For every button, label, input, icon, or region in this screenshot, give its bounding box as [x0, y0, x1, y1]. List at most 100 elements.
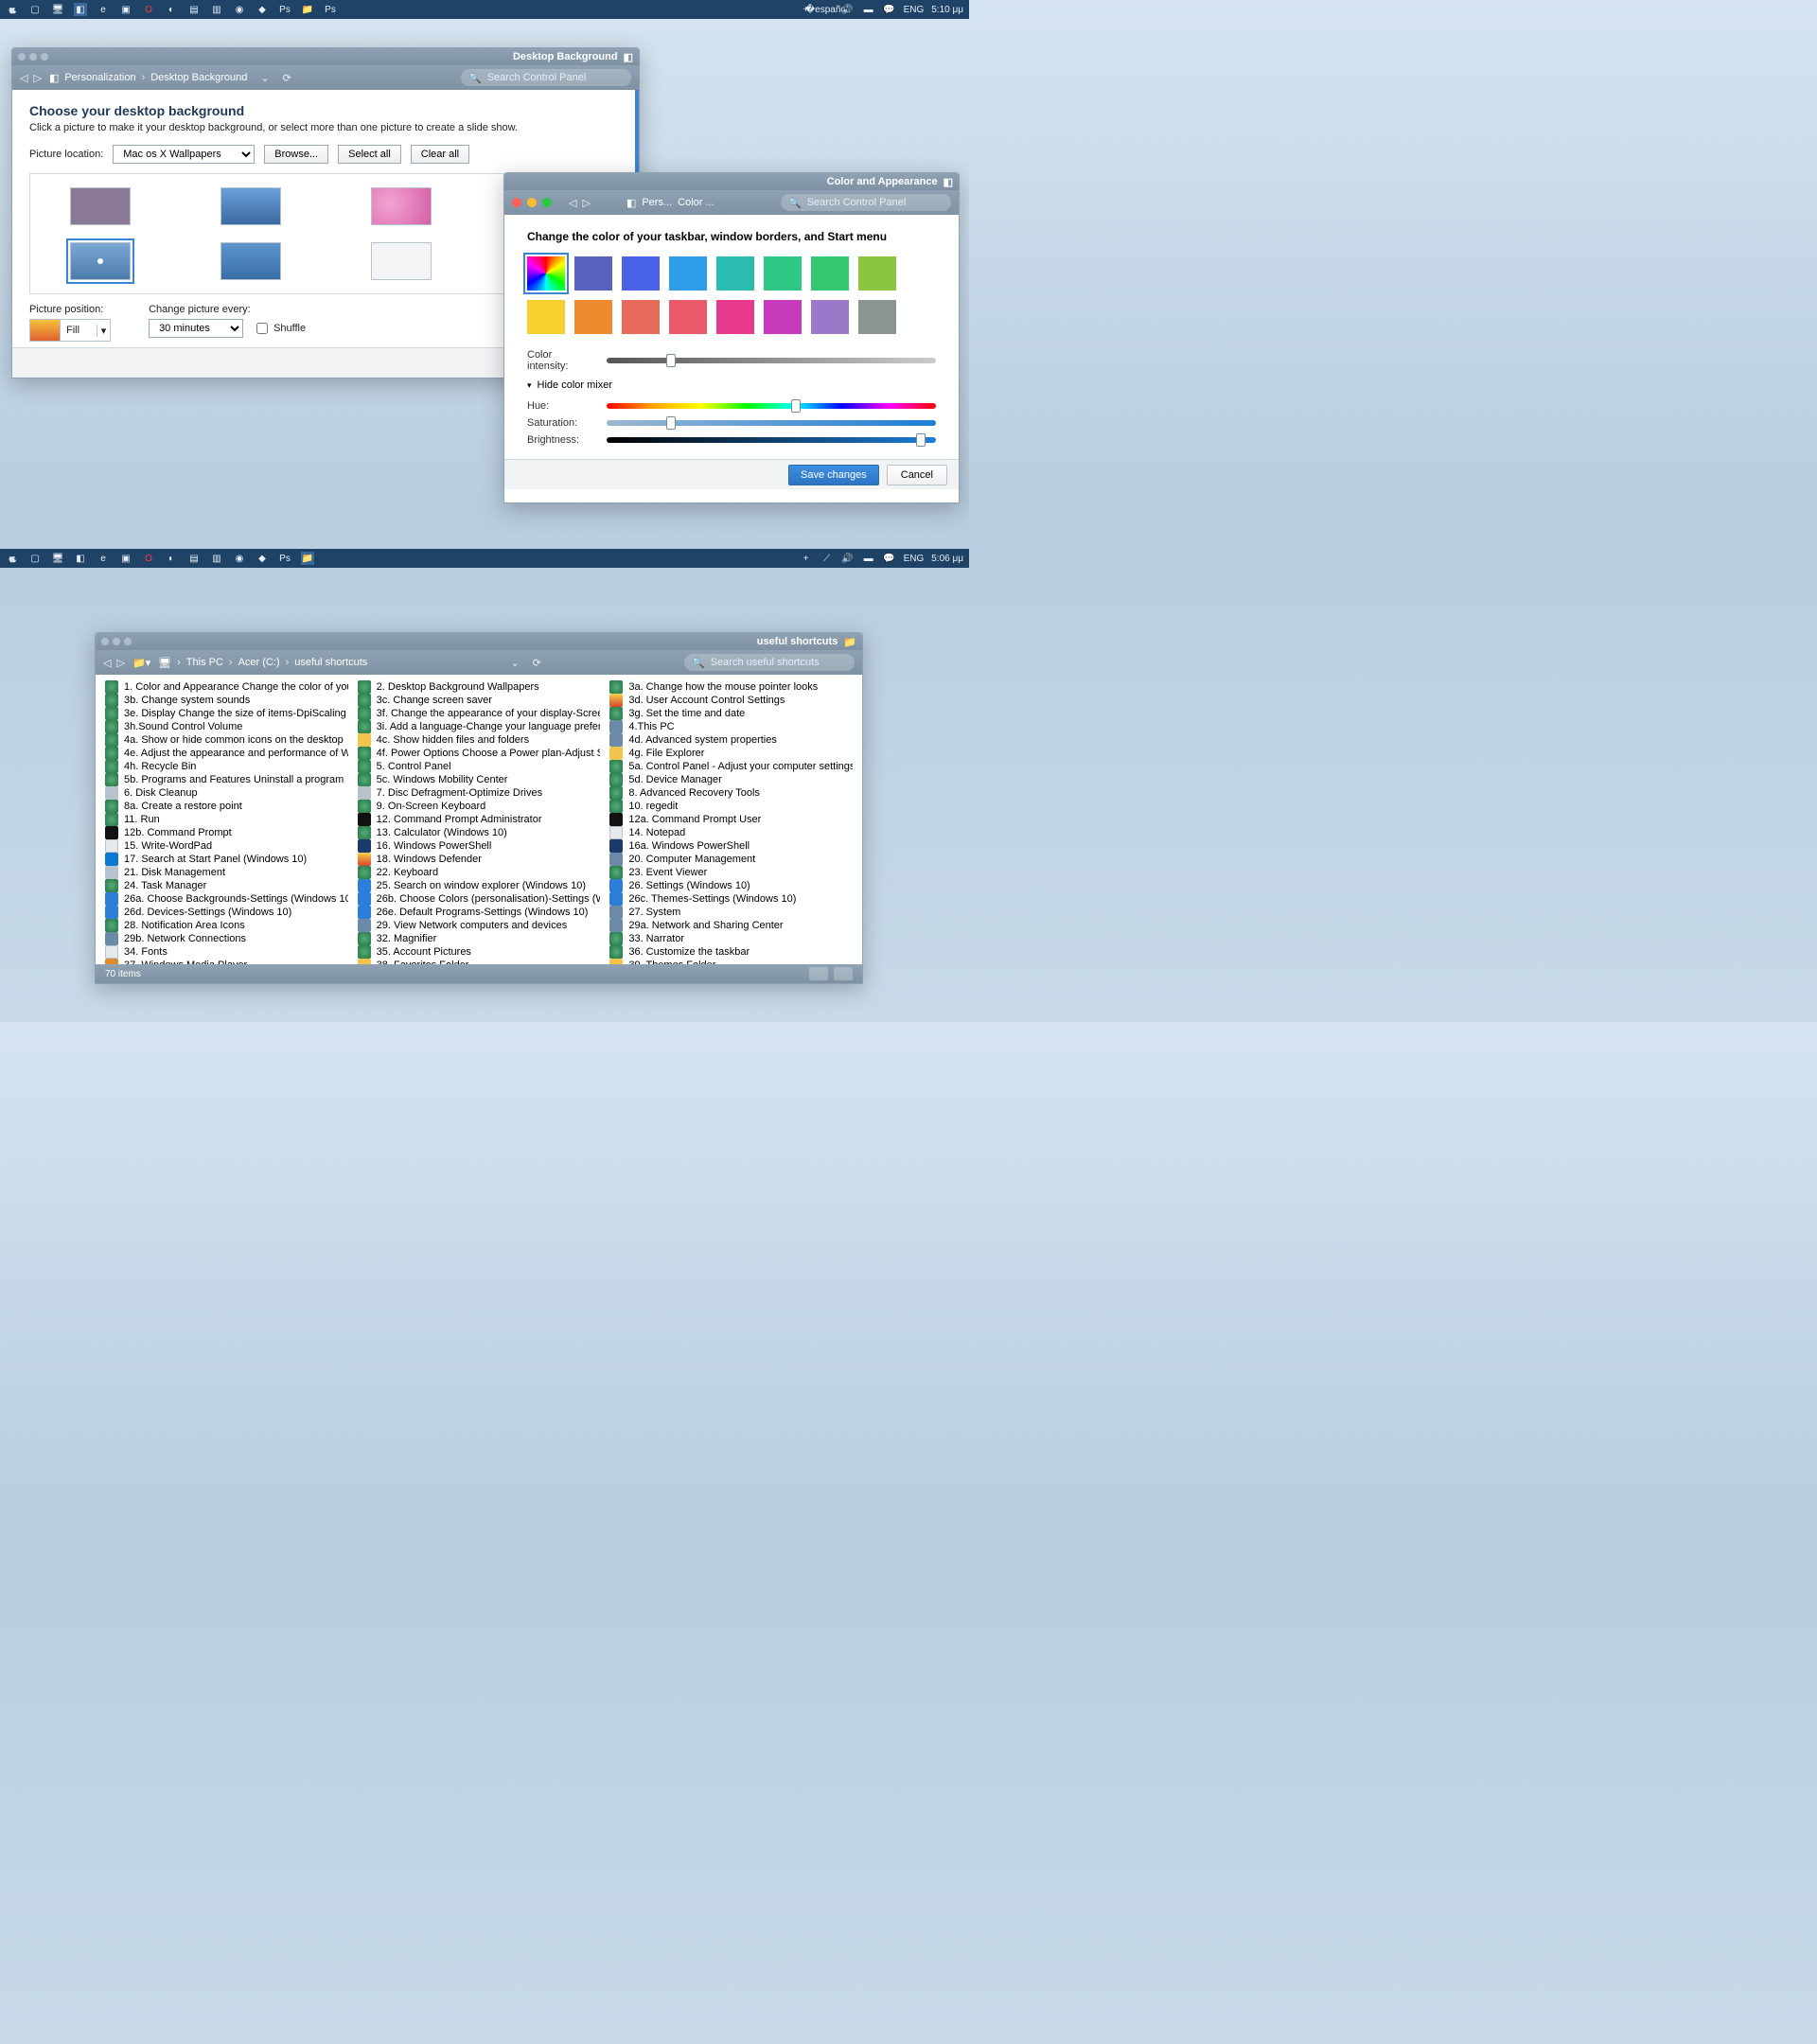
- office-icon[interactable]: ▣: [119, 3, 132, 16]
- app-icon[interactable]: ◐: [165, 3, 178, 16]
- select-all-button[interactable]: Select all: [338, 145, 401, 164]
- app-icon[interactable]: ◉: [233, 552, 246, 565]
- list-item[interactable]: 36. Customize the taskbar: [609, 945, 853, 959]
- list-item[interactable]: 8. Advanced Recovery Tools: [609, 786, 853, 800]
- position-select[interactable]: Fill ▾: [29, 319, 111, 342]
- list-item[interactable]: 33. Narrator: [609, 932, 853, 945]
- list-item[interactable]: 3b. Change system sounds: [105, 694, 348, 707]
- list-item[interactable]: 28. Notification Area Icons: [105, 919, 348, 932]
- titlebar[interactable]: Desktop Background ◧: [12, 48, 639, 65]
- battery-icon[interactable]: ▬: [862, 552, 875, 565]
- refresh-icon[interactable]: ⟳: [533, 657, 541, 669]
- list-item[interactable]: 29a. Network and Sharing Center: [609, 919, 853, 932]
- list-item[interactable]: 12. Command Prompt Administrator: [358, 813, 601, 826]
- interval-select[interactable]: 30 minutes: [149, 319, 243, 338]
- language-indicator[interactable]: ENG: [904, 5, 925, 15]
- view-icons-button[interactable]: [834, 967, 853, 980]
- forward-button[interactable]: ▷: [582, 197, 590, 209]
- wifi-icon[interactable]: �español: [820, 3, 834, 16]
- list-item[interactable]: 26e. Default Programs-Settings (Windows …: [358, 906, 601, 919]
- breadcrumb[interactable]: Pers...: [642, 197, 672, 208]
- list-item[interactable]: 3g. Set the time and date: [609, 707, 853, 720]
- color-swatch[interactable]: [764, 300, 802, 334]
- list-item[interactable]: 21. Disk Management: [105, 866, 348, 879]
- color-swatch[interactable]: [622, 300, 660, 334]
- list-item[interactable]: 2. Desktop Background Wallpapers: [358, 680, 601, 694]
- list-item[interactable]: 26. Settings (Windows 10): [609, 879, 853, 892]
- list-item[interactable]: 3c. Change screen saver: [358, 694, 601, 707]
- app-icon[interactable]: ▥: [210, 552, 223, 565]
- list-item[interactable]: 25. Search on window explorer (Windows 1…: [358, 879, 601, 892]
- breadcrumb[interactable]: Color ...: [678, 197, 714, 208]
- list-item[interactable]: 20. Computer Management: [609, 853, 853, 866]
- intensity-slider[interactable]: [607, 358, 936, 363]
- list-item[interactable]: 4e. Adjust the appearance and performanc…: [105, 747, 348, 760]
- monitor-icon[interactable]: 🖥: [51, 552, 64, 565]
- app-icon[interactable]: ◧: [74, 552, 87, 565]
- search-box[interactable]: 🔍: [684, 654, 855, 671]
- apple-icon[interactable]: [6, 3, 19, 16]
- app-icon[interactable]: ◐: [165, 552, 178, 565]
- saturation-slider[interactable]: [607, 420, 936, 426]
- list-item[interactable]: 34. Fonts: [105, 945, 348, 959]
- traffic-lights[interactable]: [512, 198, 552, 207]
- color-swatch[interactable]: [716, 256, 754, 291]
- back-button[interactable]: ◁: [103, 657, 111, 669]
- cancel-button[interactable]: Cancel: [887, 465, 947, 485]
- app-icon[interactable]: ◉: [233, 3, 246, 16]
- search-box[interactable]: 🔍: [461, 69, 631, 86]
- color-swatch[interactable]: [764, 256, 802, 291]
- wallpaper-thumb[interactable]: [371, 242, 432, 280]
- list-item[interactable]: 4f. Power Options Choose a Power plan-Ad…: [358, 747, 601, 760]
- list-item[interactable]: 5a. Control Panel - Adjust your computer…: [609, 760, 853, 773]
- list-item[interactable]: 4.This PC: [609, 720, 853, 733]
- list-item[interactable]: 3f. Change the appearance of your displa…: [358, 707, 601, 720]
- breadcrumb[interactable]: Personalization: [64, 72, 135, 83]
- taskview-icon[interactable]: ▢: [28, 3, 42, 16]
- list-item[interactable]: 16a. Windows PowerShell: [609, 839, 853, 853]
- volume-icon[interactable]: 🔊: [841, 3, 855, 16]
- breadcrumb[interactable]: Acer (C:): [238, 657, 280, 668]
- save-button[interactable]: Save changes: [788, 465, 879, 485]
- app-icon-highlighted[interactable]: ◧: [74, 3, 87, 16]
- list-item[interactable]: 26a. Choose Backgrounds-Settings (Window…: [105, 892, 348, 906]
- list-item[interactable]: 22. Keyboard: [358, 866, 601, 879]
- refresh-icon[interactable]: ⟳: [283, 72, 291, 84]
- list-item[interactable]: 15. Write-WordPad: [105, 839, 348, 853]
- back-button[interactable]: ◁: [569, 197, 576, 209]
- hue-slider[interactable]: [607, 403, 936, 409]
- list-item[interactable]: 32. Magnifier: [358, 932, 601, 945]
- edge-icon[interactable]: e: [97, 552, 110, 565]
- office-icon[interactable]: ▣: [119, 552, 132, 565]
- language-indicator[interactable]: ENG: [904, 554, 925, 564]
- list-item[interactable]: 17. Search at Start Panel (Windows 10): [105, 853, 348, 866]
- pc-icon[interactable]: 🖥: [158, 657, 171, 669]
- browse-button[interactable]: Browse...: [264, 145, 328, 164]
- list-item[interactable]: 12b. Command Prompt: [105, 826, 348, 839]
- search-input[interactable]: [807, 197, 942, 208]
- color-swatch[interactable]: [669, 300, 707, 334]
- color-swatch[interactable]: [811, 256, 849, 291]
- app-icon[interactable]: ◆: [256, 3, 269, 16]
- monitor-icon[interactable]: 🖥: [51, 3, 64, 16]
- list-item[interactable]: 3a. Change how the mouse pointer looks: [609, 680, 853, 694]
- color-swatch[interactable]: [669, 256, 707, 291]
- wallpaper-thumb[interactable]: [70, 187, 131, 225]
- list-item[interactable]: 4a. Show or hide common icons on the des…: [105, 733, 348, 747]
- list-item[interactable]: 3e. Display Change the size of items-Dpi…: [105, 707, 348, 720]
- list-item[interactable]: 23. Event Viewer: [609, 866, 853, 879]
- list-item[interactable]: 35. Account Pictures: [358, 945, 601, 959]
- list-item[interactable]: 5d. Device Manager: [609, 773, 853, 786]
- list-item[interactable]: 5. Control Panel: [358, 760, 601, 773]
- app-icon[interactable]: ◆: [256, 552, 269, 565]
- ps-icon[interactable]: Ps: [278, 552, 291, 565]
- dropdown-icon[interactable]: ⌄: [510, 657, 519, 669]
- explorer-icon[interactable]: 📁: [301, 3, 314, 16]
- list-item[interactable]: 5c. Windows Mobility Center: [358, 773, 601, 786]
- color-swatch[interactable]: [858, 256, 896, 291]
- folder-dropdown[interactable]: 📁▾: [132, 657, 150, 669]
- search-input[interactable]: [711, 657, 845, 668]
- wallpaper-thumb-selected[interactable]: [70, 242, 131, 280]
- explorer-icon-highlighted[interactable]: 📁: [301, 552, 314, 565]
- list-item[interactable]: 24. Task Manager: [105, 879, 348, 892]
